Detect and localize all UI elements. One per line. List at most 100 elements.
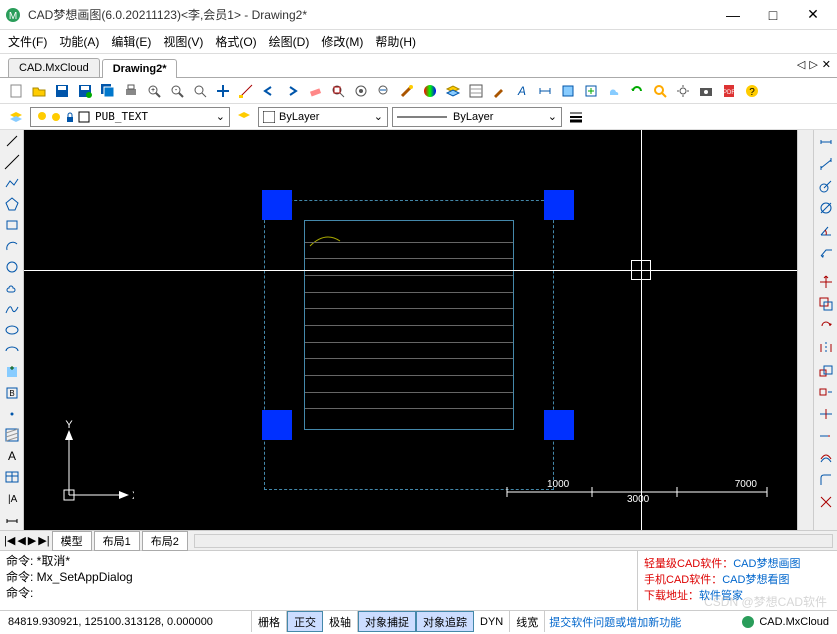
ad-link[interactable]: CAD梦想看图 (722, 574, 789, 586)
explode-button[interactable] (816, 492, 836, 512)
grip-br[interactable] (544, 410, 574, 440)
dim-radius-button[interactable] (816, 176, 836, 196)
move-button[interactable] (816, 272, 836, 292)
layer-prev-button[interactable] (234, 107, 254, 127)
refresh-button[interactable] (627, 81, 647, 101)
last-tab-button[interactable]: ▶| (38, 534, 49, 547)
hatch-object[interactable] (304, 220, 514, 430)
zoom-extent-button[interactable] (328, 81, 348, 101)
saveall-button[interactable] (98, 81, 118, 101)
stretch-button[interactable] (816, 382, 836, 402)
menu-format[interactable]: 格式(O) (215, 33, 256, 50)
layer-manager-button[interactable] (6, 107, 26, 127)
horizontal-scrollbar[interactable] (194, 534, 833, 548)
polygon-button[interactable] (2, 195, 22, 214)
leader-button[interactable] (816, 242, 836, 262)
save-button[interactable] (52, 81, 72, 101)
text-style-button[interactable]: A (512, 81, 532, 101)
menu-edit[interactable]: 编辑(E) (111, 33, 151, 50)
grip-bl[interactable] (262, 410, 292, 440)
measure-button[interactable] (236, 81, 256, 101)
rotate-button[interactable] (816, 316, 836, 336)
dim-linear-button[interactable] (816, 132, 836, 152)
drawing-canvas[interactable]: Y X 1000 3000 7000 (24, 130, 797, 530)
dim-style-button[interactable] (535, 81, 555, 101)
ad-link[interactable]: CAD梦想画图 (733, 558, 800, 570)
zoom-in-button[interactable]: + (144, 81, 164, 101)
layer-select[interactable]: PUB_TEXT ⌄ (30, 107, 230, 127)
feedback-link[interactable]: 提交软件问题或增加新功能 (545, 614, 685, 630)
extend-button[interactable] (816, 426, 836, 446)
xline-button[interactable] (2, 153, 22, 172)
camera-button[interactable] (696, 81, 716, 101)
first-tab-button[interactable]: |◀ (4, 534, 15, 547)
grid-toggle[interactable]: 栅格 (252, 611, 287, 632)
open-button[interactable] (29, 81, 49, 101)
hatch-button[interactable] (2, 425, 22, 444)
block-button[interactable] (558, 81, 578, 101)
settings-button[interactable] (673, 81, 693, 101)
menu-modify[interactable]: 修改(M) (321, 33, 363, 50)
text-button[interactable]: A (2, 446, 22, 465)
arc-button[interactable] (2, 237, 22, 256)
revcloud-button[interactable] (2, 279, 22, 298)
layout2-tab[interactable]: 布局2 (142, 531, 188, 551)
polyline-button[interactable] (2, 174, 22, 193)
minimize-button[interactable]: — (713, 1, 753, 29)
linetype-select[interactable]: ByLayer ⌄ (392, 107, 562, 127)
erase-button[interactable] (305, 81, 325, 101)
spline-button[interactable] (2, 300, 22, 319)
otrack-toggle[interactable]: 对象追踪 (416, 611, 474, 632)
ortho-toggle[interactable]: 正交 (287, 611, 323, 632)
new-button[interactable] (6, 81, 26, 101)
dim-angular-button[interactable] (816, 220, 836, 240)
rectangle-button[interactable] (2, 216, 22, 235)
close-button[interactable]: ✕ (793, 1, 833, 29)
insert-block-button[interactable] (2, 362, 22, 381)
next-tab-button[interactable]: ▶ (28, 534, 36, 547)
offset-button[interactable] (816, 448, 836, 468)
dim-diameter-button[interactable] (816, 198, 836, 218)
dim-aligned-button[interactable] (816, 154, 836, 174)
table-button[interactable] (2, 467, 22, 486)
help-button[interactable]: ? (742, 81, 762, 101)
copy-button[interactable] (816, 294, 836, 314)
vertical-scrollbar[interactable] (797, 130, 813, 530)
zoom-all-button[interactable] (351, 81, 371, 101)
layer-button[interactable] (443, 81, 463, 101)
make-block-button[interactable]: B (2, 383, 22, 402)
scale-button[interactable] (816, 360, 836, 380)
fillet-button[interactable] (816, 470, 836, 490)
prev-tab-button[interactable]: ◀ (17, 534, 25, 547)
layout1-tab[interactable]: 布局1 (94, 531, 140, 551)
mtext-button[interactable]: |A (2, 488, 22, 507)
search-button[interactable] (650, 81, 670, 101)
print-button[interactable] (121, 81, 141, 101)
color-select[interactable]: ByLayer ⌄ (258, 107, 388, 127)
menu-help[interactable]: 帮助(H) (375, 33, 416, 50)
grip-tr[interactable] (544, 190, 574, 220)
mirror-button[interactable] (816, 338, 836, 358)
trim-button[interactable] (816, 404, 836, 424)
undo-button[interactable] (259, 81, 279, 101)
ellipse-arc-button[interactable] (2, 342, 22, 361)
match-button[interactable] (397, 81, 417, 101)
tab-close-icon[interactable]: ✕ (822, 58, 831, 71)
polar-toggle[interactable]: 极轴 (323, 611, 358, 632)
tab-mxcloud[interactable]: CAD.MxCloud (8, 58, 100, 77)
lineweight-button[interactable] (566, 107, 586, 127)
circle-button[interactable] (2, 258, 22, 277)
pan-button[interactable] (213, 81, 233, 101)
osnap-toggle[interactable]: 对象捕捉 (358, 611, 416, 632)
ellipse-button[interactable] (2, 321, 22, 340)
point-button[interactable] (2, 404, 22, 423)
saveas-button[interactable] (75, 81, 95, 101)
menu-file[interactable]: 文件(F) (8, 33, 47, 50)
menu-func[interactable]: 功能(A) (59, 33, 99, 50)
maximize-button[interactable]: □ (753, 1, 793, 29)
cloud-button[interactable] (604, 81, 624, 101)
model-tab[interactable]: 模型 (52, 531, 92, 551)
tab-next-icon[interactable]: ▷ (809, 58, 817, 71)
lwt-toggle[interactable]: 线宽 (510, 611, 545, 632)
pdf-button[interactable]: PDF (719, 81, 739, 101)
